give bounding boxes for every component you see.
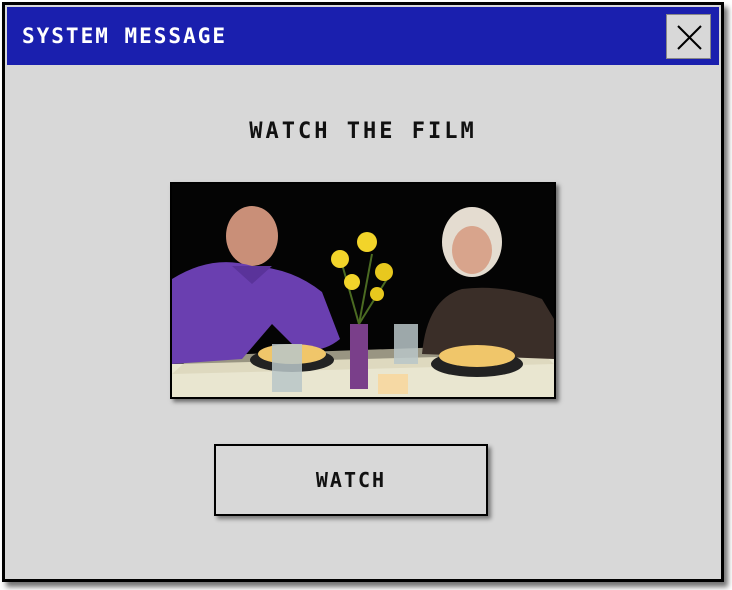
title-bar: SYSTEM MESSAGE xyxy=(7,7,719,65)
watch-button[interactable]: WATCH xyxy=(214,444,488,516)
dialog-heading: WATCH THE FILM xyxy=(249,119,477,144)
dialog-title: SYSTEM MESSAGE xyxy=(22,24,228,48)
close-button[interactable] xyxy=(666,14,711,59)
film-still-image xyxy=(172,184,554,397)
close-icon xyxy=(677,25,702,50)
video-thumbnail[interactable] xyxy=(170,182,556,399)
system-message-dialog: SYSTEM MESSAGE WATCH THE FILM WATCH xyxy=(2,2,724,582)
